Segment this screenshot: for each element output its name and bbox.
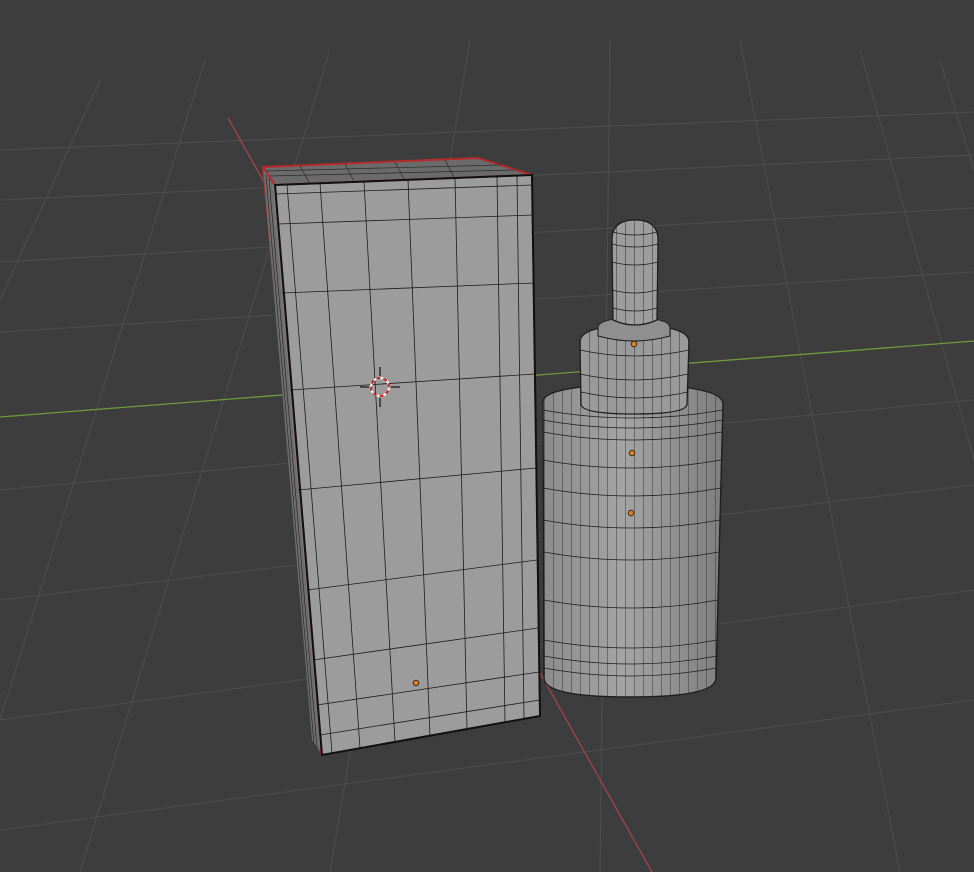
box-mesh[interactable] [261,156,542,757]
origin-dot [627,509,635,517]
dropper-bottle-mesh[interactable] [542,219,724,698]
3d-viewport[interactable] [0,0,974,872]
origin-dot [412,679,420,687]
origin-dot [630,340,638,348]
viewport-canvas[interactable] [0,0,974,872]
origin-dot [628,449,636,457]
